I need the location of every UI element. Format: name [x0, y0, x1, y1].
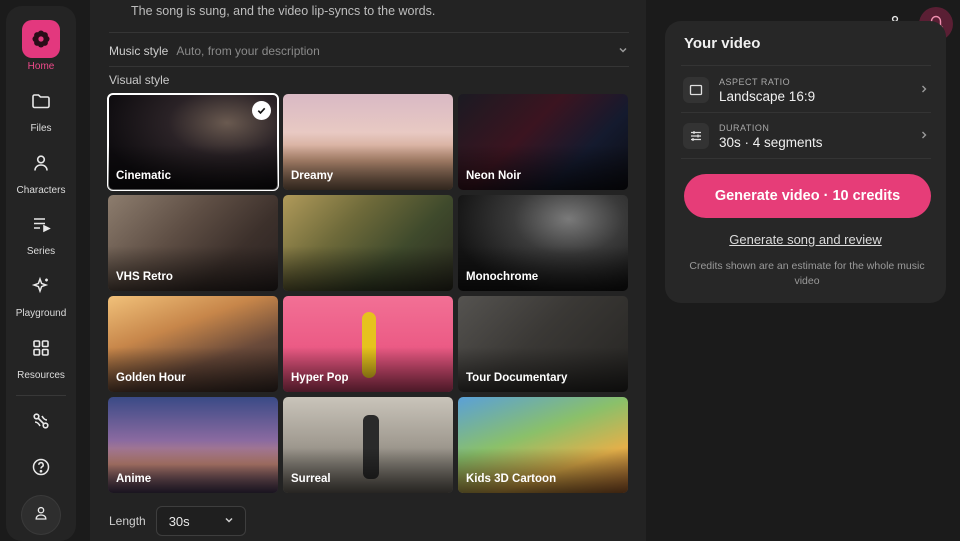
length-label: Length — [109, 514, 146, 528]
sparkle-icon — [22, 267, 60, 305]
nav-files[interactable]: Files — [6, 80, 76, 142]
aspect-ratio-icon — [683, 77, 709, 103]
nav-characters-label: Characters — [16, 184, 66, 196]
style-tile-tour-documentary[interactable]: Tour Documentary — [458, 296, 628, 392]
flower-icon — [22, 20, 60, 58]
duration-option[interactable]: DURATION 30s · 4 segments — [683, 118, 929, 154]
length-value: 30s — [168, 513, 190, 529]
duration-value: 30s · 4 segments — [719, 134, 823, 150]
divider — [109, 66, 629, 67]
style-tile-dreamy[interactable]: Dreamy — [283, 94, 453, 190]
nav-series[interactable]: Series — [6, 203, 76, 265]
nav-home-label: Home — [27, 61, 55, 72]
generate-song-link[interactable]: Generate song and review — [665, 232, 946, 247]
grid-icon — [22, 329, 60, 367]
style-tile-label: Surreal — [291, 473, 331, 485]
style-tile-label: Dreamy — [291, 170, 334, 182]
playlist-icon — [22, 205, 60, 243]
sidebar: Home Files Characters Series Playground — [6, 6, 76, 541]
aspect-ratio-label: ASPECT RATIO — [719, 76, 791, 87]
chevron-right-icon — [919, 127, 929, 145]
nav-resources[interactable]: Resources — [6, 327, 76, 389]
profile-icon — [33, 505, 49, 526]
aspect-ratio-option[interactable]: ASPECT RATIO Landscape 16:9 — [683, 72, 929, 108]
music-style-dropdown[interactable]: Music style Auto, from your description — [109, 44, 629, 58]
video-settings-card: Your video ASPECT RATIO Landscape 16:9 D… — [665, 21, 946, 303]
divider — [109, 32, 629, 33]
style-tile-label: Tour Documentary — [466, 372, 568, 384]
style-tile-kids-3d-cartoon[interactable]: Kids 3D Cartoon — [458, 397, 628, 493]
aspect-ratio-value: Landscape 16:9 — [719, 88, 816, 104]
chevron-down-icon — [223, 514, 235, 529]
nav-resources-label: Resources — [17, 369, 65, 381]
style-tile-hyper-pop[interactable]: Hyper Pop — [283, 296, 453, 392]
style-tile-monochrome[interactable]: Monochrome — [458, 195, 628, 291]
sidebar-divider — [16, 394, 66, 396]
nav-home[interactable]: Home — [6, 18, 76, 80]
sliders-icon — [683, 123, 709, 149]
style-tile-neon-noir[interactable]: Neon Noir — [458, 94, 628, 190]
music-style-value: Auto, from your description — [176, 44, 320, 58]
song-description: The song is sung, and the video lip-sync… — [131, 4, 436, 18]
style-tile-label: Hyper Pop — [291, 372, 349, 384]
folder-icon — [22, 82, 60, 120]
nav-playground-label: Playground — [15, 308, 67, 319]
style-tile-label: Golden Hour — [116, 372, 186, 384]
link-icon — [31, 411, 51, 436]
style-tile-label: Cinematic — [116, 170, 171, 182]
check-icon — [252, 101, 271, 120]
duration-label: DURATION — [719, 122, 770, 133]
style-tile-golden-hour[interactable]: Golden Hour — [108, 296, 278, 392]
main-panel: The song is sung, and the video lip-sync… — [90, 0, 646, 541]
style-grid: Cinematic Dreamy Neon Noir VHS Retro Mon… — [107, 93, 630, 494]
divider — [681, 112, 931, 113]
style-tile-label: Kids 3D Cartoon — [466, 473, 557, 485]
style-tile-cinematic[interactable]: Cinematic — [107, 93, 279, 191]
chevron-right-icon — [919, 81, 929, 99]
style-tile-anime[interactable]: Anime — [108, 397, 278, 493]
card-title: Your video — [684, 35, 761, 52]
generate-video-button[interactable]: Generate video · 10 credits — [684, 174, 931, 218]
style-tile-label: Anime — [116, 473, 152, 485]
profile-button[interactable] — [21, 495, 61, 535]
length-row: Length 30s — [109, 506, 246, 536]
style-tile-vhs-retro[interactable]: VHS Retro — [108, 195, 278, 291]
divider — [681, 65, 931, 66]
help-button[interactable] — [21, 449, 61, 489]
style-tile-label: Monochrome — [466, 271, 539, 283]
length-select[interactable]: 30s — [155, 506, 246, 536]
integrations-button[interactable] — [21, 404, 61, 444]
style-tile-label: VHS Retro — [116, 271, 173, 283]
nav-series-label: Series — [26, 246, 56, 258]
style-tile-acoustic[interactable] — [283, 195, 453, 291]
credits-note: Credits shown are an estimate for the wh… — [689, 260, 925, 287]
nav-characters[interactable]: Characters — [6, 142, 76, 204]
nav-playground[interactable]: Playground — [6, 265, 76, 327]
app-root: Home Files Characters Series Playground — [0, 0, 960, 541]
nav-files-label: Files — [30, 122, 52, 134]
chevron-down-icon — [617, 44, 629, 59]
visual-style-label: Visual style — [109, 73, 170, 87]
help-icon — [31, 457, 51, 482]
music-style-label: Music style — [109, 44, 169, 58]
style-tile-surreal[interactable]: Surreal — [283, 397, 453, 493]
style-tile-label: Neon Noir — [466, 170, 521, 182]
divider — [681, 158, 931, 159]
person-icon — [22, 144, 60, 182]
